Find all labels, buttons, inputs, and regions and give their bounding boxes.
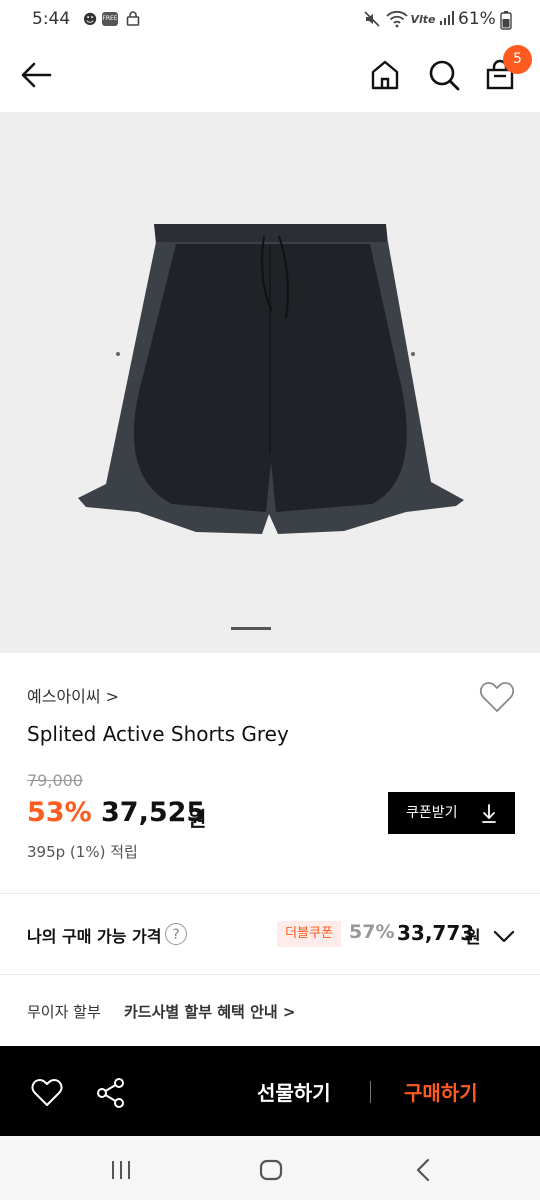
coupon-download-button[interactable]: 쿠폰받기 — [388, 792, 515, 834]
battery-percent: 61% — [458, 9, 496, 29]
heart-icon[interactable] — [30, 1076, 64, 1110]
discount-rate: 53% — [27, 797, 92, 828]
points-info: 395p (1%) 적립 — [27, 843, 138, 861]
share-icon[interactable] — [94, 1076, 128, 1110]
person-walk-icon: ☻ — [82, 12, 98, 28]
chevron-down-icon[interactable] — [492, 924, 516, 948]
original-price: 79,000 — [27, 771, 83, 790]
wifi-icon — [386, 10, 408, 30]
status-time: 5:44 — [32, 9, 71, 29]
coupon-button-label: 쿠폰받기 — [406, 805, 458, 821]
my-price-value: 33,773 — [397, 921, 475, 945]
heart-icon[interactable] — [478, 678, 516, 716]
recent-apps-icon[interactable] — [108, 1157, 134, 1183]
my-price-discount: 57% — [349, 921, 395, 943]
signal-icon — [437, 10, 457, 30]
battery-icon — [496, 10, 516, 30]
double-coupon-badge: 더블쿠폰 — [277, 921, 341, 947]
installment-label: 무이자 할부 — [27, 1003, 101, 1021]
back-arrow-icon[interactable] — [18, 55, 58, 95]
question-icon[interactable]: ? — [165, 923, 187, 945]
cart-count-badge: 5 — [503, 45, 532, 74]
download-icon — [481, 792, 497, 850]
gift-button[interactable]: 선물하기 — [257, 1077, 331, 1106]
divider — [0, 974, 540, 975]
mute-icon — [362, 10, 382, 30]
product-image-gallery[interactable] — [0, 112, 540, 653]
home-button-icon[interactable] — [258, 1157, 284, 1183]
back-nav-icon[interactable] — [410, 1157, 436, 1183]
currency-unit: 원 — [188, 807, 207, 831]
home-icon[interactable] — [365, 55, 405, 95]
app-header — [0, 40, 540, 112]
lock-icon — [123, 10, 143, 30]
carousel-indicator — [231, 627, 271, 630]
product-image — [78, 224, 464, 534]
search-icon[interactable] — [424, 55, 464, 95]
my-price-label: 나의 구매 가능 가격 — [27, 927, 162, 946]
volte-icon: Vlte — [410, 13, 436, 26]
status-bar: 5:44 ☻ FREE Vlte 61% — [0, 0, 540, 40]
my-price-currency: 원 — [465, 928, 481, 948]
free-badge-icon: FREE — [102, 12, 118, 26]
installment-info-link[interactable]: 카드사별 할부 혜택 안내 > — [124, 1001, 295, 1022]
buy-button[interactable]: 구매하기 — [404, 1077, 478, 1106]
brand-link[interactable]: 예스아이씨 > — [27, 683, 119, 707]
action-divider — [370, 1081, 371, 1103]
product-title: Splited Active Shorts Grey — [27, 722, 289, 746]
